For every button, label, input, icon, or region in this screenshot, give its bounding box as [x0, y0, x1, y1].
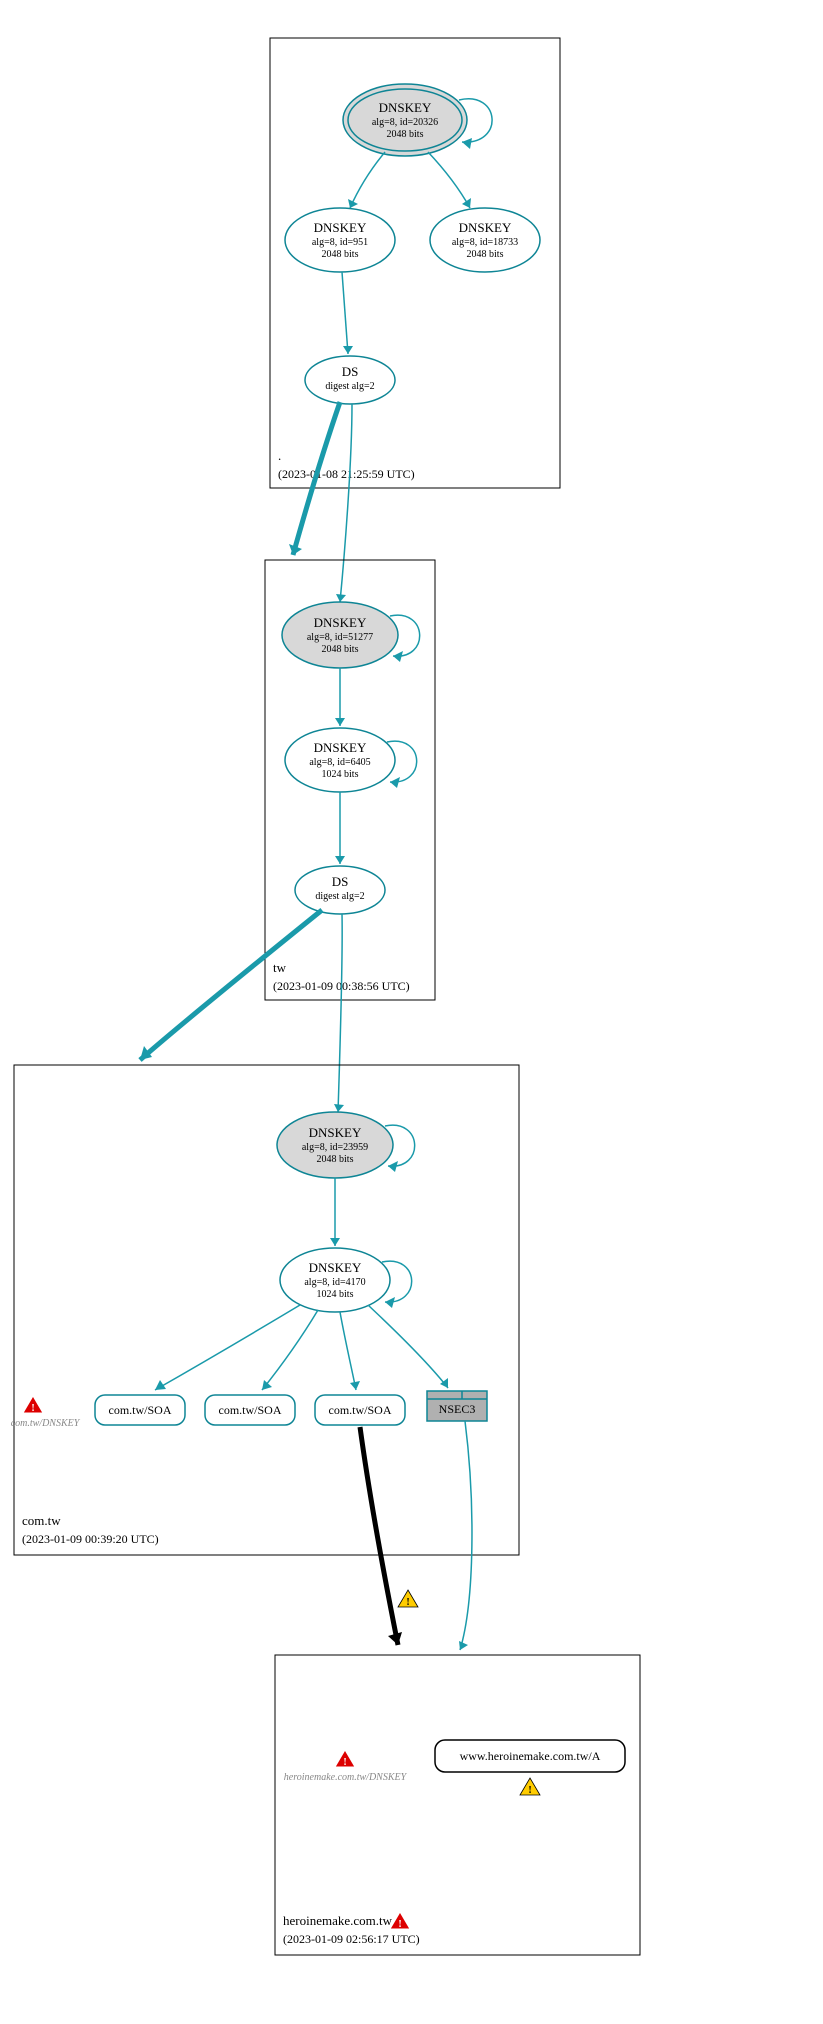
node-soa2[interactable]: com.tw/SOA: [205, 1395, 295, 1425]
svg-text:DNSKEY: DNSKEY: [309, 1260, 362, 1275]
svg-text:alg=8, id=20326: alg=8, id=20326: [372, 117, 438, 128]
node-root-zsk2[interactable]: DNSKEY alg=8, id=18733 2048 bits: [430, 208, 540, 272]
zone-root-label: .: [278, 448, 281, 463]
svg-text:alg=8, id=51277: alg=8, id=51277: [307, 632, 373, 643]
warning-heroine-zone-red[interactable]: !: [390, 1912, 410, 1930]
svg-text:alg=8, id=4170: alg=8, id=4170: [304, 1277, 365, 1288]
svg-text:alg=8, id=23959: alg=8, id=23959: [302, 1142, 368, 1153]
svg-text:!: !: [398, 1919, 401, 1930]
svg-text:alg=8, id=951: alg=8, id=951: [312, 237, 368, 248]
svg-text:alg=8, id=18733: alg=8, id=18733: [452, 237, 518, 248]
svg-text:!: !: [406, 1597, 409, 1608]
svg-text:com.tw/SOA: com.tw/SOA: [329, 1403, 392, 1417]
edge-root-zsk1-ds: [342, 272, 348, 354]
warning-heroine-dnskey[interactable]: !: [335, 1750, 355, 1768]
svg-text:2048 bits: 2048 bits: [322, 644, 359, 655]
svg-text:2048 bits: 2048 bits: [387, 129, 424, 140]
zone-comtw: com.tw (2023-01-09 00:39:20 UTC): [14, 1065, 519, 1555]
svg-text:DNSKEY: DNSKEY: [379, 100, 432, 115]
svg-text:DNSKEY: DNSKEY: [314, 740, 367, 755]
edge-root-ds-tw-ksk: [340, 404, 352, 602]
edge-tw-ds-comtw-ksk: [338, 914, 342, 1112]
svg-text:NSEC3: NSEC3: [439, 1402, 476, 1416]
svg-text:DNSKEY: DNSKEY: [459, 220, 512, 235]
node-soa3[interactable]: com.tw/SOA: [315, 1395, 405, 1425]
svg-text:www.heroinemake.com.tw/A: www.heroinemake.com.tw/A: [460, 1749, 601, 1763]
edge-nsec3-heroine: [460, 1421, 472, 1650]
edge-comtw-zsk-soa3: [340, 1312, 356, 1390]
zone-heroine: heroinemake.com.tw (2023-01-09 02:56:17 …: [275, 1655, 640, 1955]
zone-comtw-label: com.tw: [22, 1513, 61, 1528]
svg-text:com.tw/SOA: com.tw/SOA: [109, 1403, 172, 1417]
svg-text:DS: DS: [332, 874, 349, 889]
zone-tw-label: tw: [273, 960, 287, 975]
zone-heroine-timestamp: (2023-01-09 02:56:17 UTC): [283, 1932, 420, 1946]
warning-comtw-dnskey[interactable]: !: [23, 1396, 43, 1414]
faded-heroine-dnskey: heroinemake.com.tw/DNSKEY: [284, 1772, 408, 1783]
node-root-zsk1[interactable]: DNSKEY alg=8, id=951 2048 bits: [285, 208, 395, 272]
svg-text:DNSKEY: DNSKEY: [314, 615, 367, 630]
edge-comtw-zsk-soa1: [155, 1305, 300, 1390]
edge-root-ksk-zsk2: [428, 152, 470, 208]
edge-root-ksk-zsk1: [350, 152, 385, 208]
node-tw-zsk[interactable]: DNSKEY alg=8, id=6405 1024 bits: [285, 728, 395, 792]
svg-text:2048 bits: 2048 bits: [467, 249, 504, 260]
node-nsec3[interactable]: NSEC3: [427, 1391, 487, 1421]
svg-text:1024 bits: 1024 bits: [317, 1289, 354, 1300]
node-heroine-a[interactable]: www.heroinemake.com.tw/A: [435, 1740, 625, 1772]
svg-text:2048 bits: 2048 bits: [322, 249, 359, 260]
node-tw-ds[interactable]: DS digest alg=2: [295, 866, 385, 914]
faded-comtw-dnskey: com.tw/DNSKEY: [11, 1418, 81, 1429]
warning-heroine-a-yellow[interactable]: !: [520, 1778, 540, 1796]
svg-text:!: !: [31, 1403, 34, 1414]
node-root-ds[interactable]: DS digest alg=2: [305, 356, 395, 404]
node-root-ksk[interactable]: DNSKEY alg=8, id=20326 2048 bits: [343, 84, 467, 156]
svg-text:com.tw/SOA: com.tw/SOA: [219, 1403, 282, 1417]
warning-delegation-yellow[interactable]: !: [398, 1590, 418, 1608]
edge-delegation-comtw-heroine: [360, 1427, 398, 1645]
zone-comtw-timestamp: (2023-01-09 00:39:20 UTC): [22, 1532, 159, 1546]
edge-comtw-zsk-nsec3: [368, 1305, 448, 1388]
svg-text:2048 bits: 2048 bits: [317, 1154, 354, 1165]
svg-text:digest alg=2: digest alg=2: [325, 381, 374, 392]
svg-text:DS: DS: [342, 364, 359, 379]
node-comtw-ksk[interactable]: DNSKEY alg=8, id=23959 2048 bits: [277, 1112, 393, 1178]
node-tw-ksk[interactable]: DNSKEY alg=8, id=51277 2048 bits: [282, 602, 398, 668]
svg-text:DNSKEY: DNSKEY: [314, 220, 367, 235]
node-soa1[interactable]: com.tw/SOA: [95, 1395, 185, 1425]
svg-text:digest alg=2: digest alg=2: [315, 891, 364, 902]
svg-text:DNSKEY: DNSKEY: [309, 1125, 362, 1140]
zone-heroine-label: heroinemake.com.tw: [283, 1913, 393, 1928]
node-comtw-zsk[interactable]: DNSKEY alg=8, id=4170 1024 bits: [280, 1248, 390, 1312]
svg-text:!: !: [343, 1757, 346, 1768]
svg-text:!: !: [528, 1785, 531, 1796]
svg-text:1024 bits: 1024 bits: [322, 769, 359, 780]
svg-text:alg=8, id=6405: alg=8, id=6405: [309, 757, 370, 768]
zone-root-timestamp: (2023-01-08 21:25:59 UTC): [278, 467, 415, 481]
